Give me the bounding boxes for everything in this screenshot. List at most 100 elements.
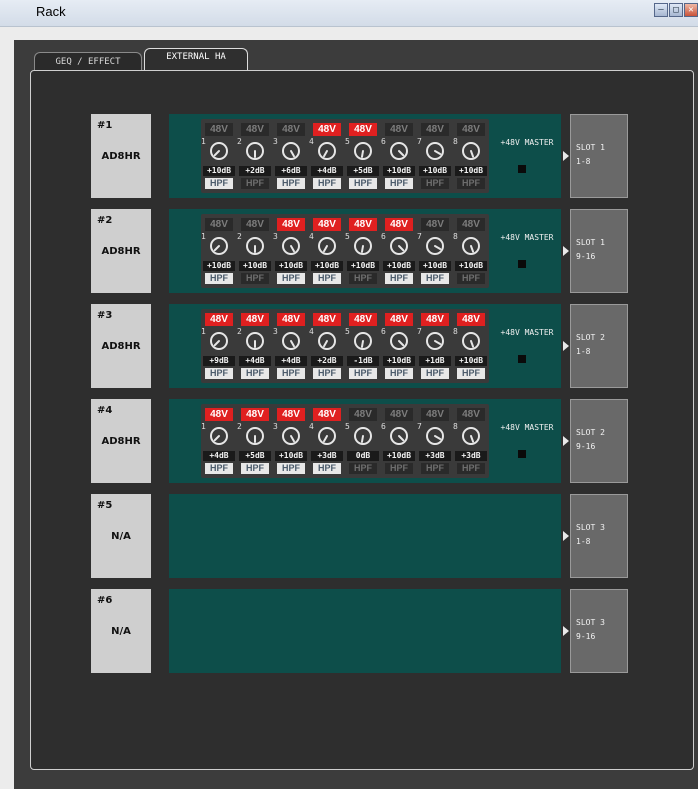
gain-knob-icon[interactable] [425,236,445,256]
hpf-button[interactable]: HPF [385,368,413,379]
hpf-button[interactable]: HPF [349,368,377,379]
gain-knob-icon[interactable] [461,141,481,161]
hpf-button[interactable]: HPF [277,178,305,189]
gain-knob-icon[interactable] [353,236,373,256]
gain-knob-icon[interactable] [209,426,229,446]
slot-button-5[interactable]: SLOT 3 1-8 [570,494,628,578]
phantom-48v-button[interactable]: 48V [421,123,449,136]
phantom-48v-button[interactable]: 48V [241,123,269,136]
hpf-button[interactable]: HPF [457,178,485,189]
gain-knob-icon[interactable] [425,141,445,161]
slot-button-6[interactable]: SLOT 3 9-16 [570,589,628,673]
gain-knob-icon[interactable] [209,141,229,161]
gain-knob-icon[interactable] [353,331,373,351]
hpf-button[interactable]: HPF [349,178,377,189]
master-48v-indicator[interactable] [518,165,526,173]
phantom-48v-button[interactable]: 48V [241,218,269,231]
gain-knob-icon[interactable] [281,426,301,446]
hpf-button[interactable]: HPF [277,273,305,284]
hpf-button[interactable]: HPF [385,463,413,474]
gain-knob-icon[interactable] [245,236,265,256]
hpf-button[interactable]: HPF [313,178,341,189]
gain-knob-icon[interactable] [353,141,373,161]
master-48v-indicator[interactable] [518,450,526,458]
hpf-button[interactable]: HPF [385,178,413,189]
phantom-48v-button[interactable]: 48V [457,123,485,136]
phantom-48v-button[interactable]: 48V [349,408,377,421]
phantom-48v-button[interactable]: 48V [241,408,269,421]
hpf-button[interactable]: HPF [205,178,233,189]
phantom-48v-button[interactable]: 48V [457,218,485,231]
unit-label-6[interactable]: #6 N/A [91,589,151,673]
gain-knob-icon[interactable] [209,331,229,351]
phantom-48v-button[interactable]: 48V [421,218,449,231]
slot-button-2[interactable]: SLOT 1 9-16 [570,209,628,293]
gain-knob-icon[interactable] [245,331,265,351]
tab-external-ha[interactable]: EXTERNAL HA [144,48,248,70]
hpf-button[interactable]: HPF [205,273,233,284]
hpf-button[interactable]: HPF [277,368,305,379]
hpf-button[interactable]: HPF [313,463,341,474]
slot-button-1[interactable]: SLOT 1 1-8 [570,114,628,198]
hpf-button[interactable]: HPF [457,368,485,379]
gain-knob-icon[interactable] [461,236,481,256]
hpf-button[interactable]: HPF [313,368,341,379]
gain-knob-icon[interactable] [317,141,337,161]
gain-knob-icon[interactable] [389,236,409,256]
phantom-48v-button[interactable]: 48V [457,313,485,326]
gain-knob-icon[interactable] [353,426,373,446]
hpf-button[interactable]: HPF [241,463,269,474]
gain-knob-icon[interactable] [317,331,337,351]
unit-label-3[interactable]: #3 AD8HR [91,304,151,388]
phantom-48v-button[interactable]: 48V [385,408,413,421]
hpf-button[interactable]: HPF [421,463,449,474]
phantom-48v-button[interactable]: 48V [241,313,269,326]
hpf-button[interactable]: HPF [241,178,269,189]
hpf-button[interactable]: HPF [241,368,269,379]
unit-label-2[interactable]: #2 AD8HR [91,209,151,293]
phantom-48v-button[interactable]: 48V [277,408,305,421]
phantom-48v-button[interactable]: 48V [313,218,341,231]
hpf-button[interactable]: HPF [205,368,233,379]
gain-knob-icon[interactable] [389,426,409,446]
gain-knob-icon[interactable] [281,236,301,256]
hpf-button[interactable]: HPF [349,463,377,474]
phantom-48v-button[interactable]: 48V [421,313,449,326]
hpf-button[interactable]: HPF [313,273,341,284]
hpf-button[interactable]: HPF [349,273,377,284]
phantom-48v-button[interactable]: 48V [421,408,449,421]
hpf-button[interactable]: HPF [421,273,449,284]
phantom-48v-button[interactable]: 48V [457,408,485,421]
hpf-button[interactable]: HPF [457,273,485,284]
hpf-button[interactable]: HPF [421,178,449,189]
gain-knob-icon[interactable] [317,426,337,446]
phantom-48v-button[interactable]: 48V [385,218,413,231]
slot-button-4[interactable]: SLOT 2 9-16 [570,399,628,483]
gain-knob-icon[interactable] [425,331,445,351]
maximize-button[interactable]: □ [669,3,683,17]
phantom-48v-button[interactable]: 48V [349,313,377,326]
gain-knob-icon[interactable] [389,141,409,161]
gain-knob-icon[interactable] [317,236,337,256]
phantom-48v-button[interactable]: 48V [277,218,305,231]
hpf-button[interactable]: HPF [277,463,305,474]
unit-label-4[interactable]: #4 AD8HR [91,399,151,483]
gain-knob-icon[interactable] [389,331,409,351]
minimize-button[interactable]: – [654,3,668,17]
gain-knob-icon[interactable] [209,236,229,256]
phantom-48v-button[interactable]: 48V [349,218,377,231]
gain-knob-icon[interactable] [281,141,301,161]
close-button[interactable]: ✕ [684,3,698,17]
phantom-48v-button[interactable]: 48V [313,123,341,136]
gain-knob-icon[interactable] [245,141,265,161]
phantom-48v-button[interactable]: 48V [385,123,413,136]
phantom-48v-button[interactable]: 48V [277,123,305,136]
phantom-48v-button[interactable]: 48V [313,313,341,326]
unit-label-5[interactable]: #5 N/A [91,494,151,578]
phantom-48v-button[interactable]: 48V [313,408,341,421]
phantom-48v-button[interactable]: 48V [205,313,233,326]
hpf-button[interactable]: HPF [385,273,413,284]
tab-geq-effect[interactable]: GEQ / EFFECT [34,52,142,70]
phantom-48v-button[interactable]: 48V [205,408,233,421]
master-48v-indicator[interactable] [518,355,526,363]
